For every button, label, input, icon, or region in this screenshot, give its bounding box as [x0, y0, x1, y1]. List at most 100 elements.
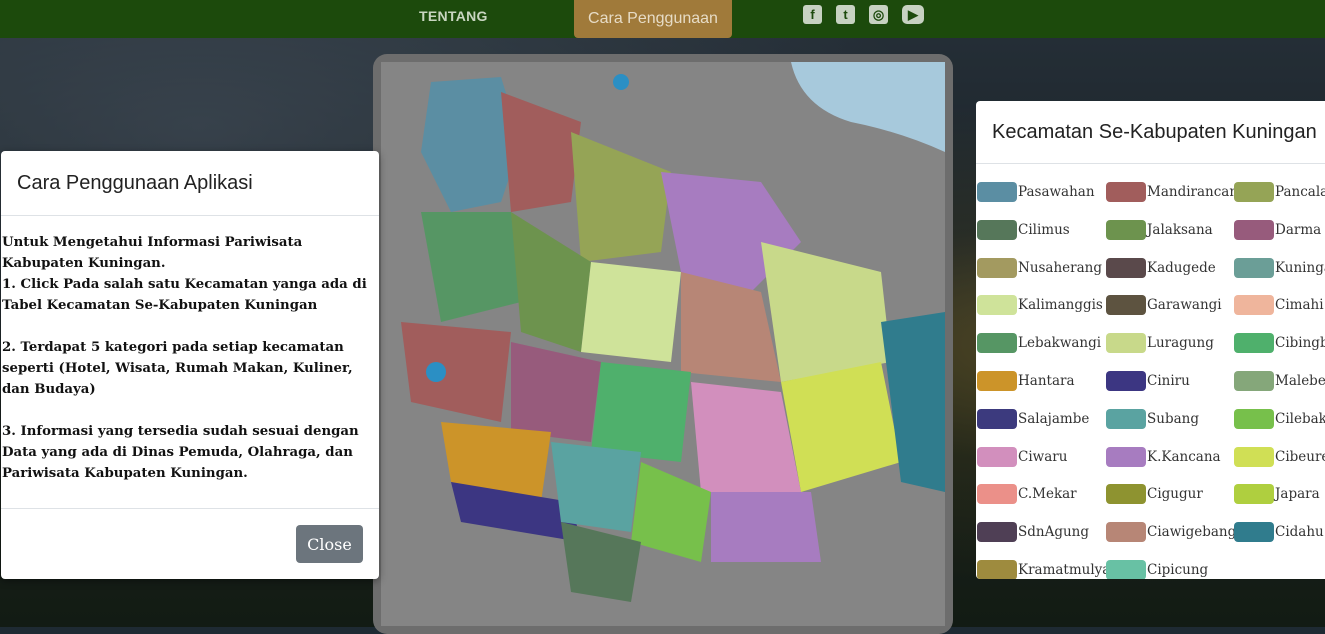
legend-item-hantara[interactable]: Hantara: [977, 370, 1075, 392]
legend-swatch: [1234, 484, 1274, 505]
legend-label: Cibeureum: [1275, 448, 1325, 465]
legend-label: Lebakwangi: [1018, 335, 1102, 352]
legend-label: Kadugede: [1147, 259, 1216, 276]
legend-swatch: [1234, 182, 1274, 202]
legend-label: Cibingbin: [1275, 335, 1325, 352]
legend-item-lebakwangi[interactable]: Lebakwangi: [977, 332, 1101, 354]
legend-label: Luragung: [1147, 335, 1214, 352]
legend-item-ciwaru[interactable]: Ciwaru: [977, 446, 1067, 468]
legend-item-maleber[interactable]: Maleber: [1234, 370, 1325, 392]
twitter-icon[interactable]: t: [836, 5, 855, 24]
legend-label: SdnAgung: [1018, 524, 1090, 541]
map-svg: [381, 62, 945, 626]
legend-label: C.Mekar: [1018, 486, 1077, 503]
legend-swatch: [977, 371, 1017, 391]
legend-swatch: [1106, 484, 1146, 505]
kuningan-district-map[interactable]: [381, 62, 945, 626]
legend-swatch: [1234, 371, 1274, 391]
legend-item-kalimanggis[interactable]: Kalimanggis: [977, 294, 1103, 316]
legend-item-pancalang[interactable]: Pancalang: [1234, 181, 1325, 203]
legend-swatch: [1106, 522, 1146, 543]
legend-title: Kecamatan Se-Kabupaten Kuningan: [976, 101, 1325, 164]
legend-label: Mandirancan: [1147, 184, 1239, 200]
legend-swatch: [977, 560, 1017, 579]
legend-label: Cilimus: [1018, 221, 1070, 238]
legend-item-cidahu[interactable]: Cidahu: [1234, 521, 1324, 543]
legend-item-ciawigebang[interactable]: Ciawigebang: [1106, 521, 1236, 543]
modal-paragraph-3: 3. Informasi yang tersedia sudah sesuai …: [2, 424, 359, 481]
legend-item-mandirancan[interactable]: Mandirancan: [1106, 181, 1238, 203]
usage-modal: Cara Penggunaan Aplikasi Untuk Mengetahu…: [1, 151, 379, 579]
legend-swatch: [977, 522, 1017, 543]
legend-item-japara[interactable]: Japara: [1234, 483, 1320, 505]
legend-swatch: [977, 446, 1017, 467]
legend-label: Darma: [1275, 221, 1322, 238]
legend-label: Subang: [1147, 410, 1199, 427]
legend-swatch: [1106, 219, 1146, 240]
legend-item-salajambe[interactable]: Salajambe: [977, 408, 1089, 430]
legend-label: Pancalang: [1275, 184, 1325, 200]
legend-swatch: [1234, 446, 1274, 467]
legend-swatch: [1106, 333, 1146, 354]
legend-label: Pasawahan: [1018, 184, 1095, 200]
legend-swatch: [1234, 219, 1274, 240]
legend-label: Ciawigebang: [1147, 524, 1237, 541]
legend-item-cibingbin[interactable]: Cibingbin: [1234, 332, 1325, 354]
legend-swatch: [977, 484, 1017, 505]
legend-item-pasawahan[interactable]: Pasawahan: [977, 181, 1095, 203]
nav-link-tentang[interactable]: TENTANG: [419, 8, 488, 24]
kecamatan-legend-panel: Kecamatan Se-Kabupaten Kuningan Pasawaha…: [976, 101, 1325, 579]
legend-label: Japara: [1275, 486, 1320, 503]
legend-item-ciniru[interactable]: Ciniru: [1106, 370, 1190, 392]
top-navbar: TENTANG Cara Penggunaan f t ◎ ▶: [0, 0, 1325, 38]
legend-item-darma[interactable]: Darma: [1234, 219, 1321, 241]
modal-footer: Close: [1, 508, 379, 580]
nav-link-cara-penggunaan[interactable]: Cara Penggunaan: [574, 0, 732, 38]
legend-swatch: [1234, 257, 1274, 278]
youtube-icon[interactable]: ▶: [902, 5, 924, 24]
legend-label: Cidahu: [1275, 524, 1324, 541]
instagram-icon[interactable]: ◎: [869, 5, 888, 24]
legend-item-kuningan[interactable]: Kuningan: [1234, 257, 1325, 279]
legend-swatch: [977, 182, 1017, 202]
legend-item-sdnagung[interactable]: SdnAgung: [977, 521, 1089, 543]
legend-item-jalaksana[interactable]: Jalaksana: [1106, 219, 1213, 241]
legend-label: Kalimanggis: [1018, 297, 1103, 314]
legend-item-cimahi[interactable]: Cimahi: [1234, 294, 1324, 316]
legend-item-cibeureum[interactable]: Cibeureum: [1234, 446, 1325, 468]
close-button[interactable]: Close: [296, 525, 363, 563]
legend-label: Kuningan: [1275, 259, 1325, 276]
legend-label: Kramatmulya: [1018, 562, 1111, 578]
legend-item-c-mekar[interactable]: C.Mekar: [977, 483, 1077, 505]
legend-label: Garawangi: [1147, 297, 1222, 314]
legend-item-cilimus[interactable]: Cilimus: [977, 219, 1070, 241]
legend-label: K.Kancana: [1147, 448, 1221, 465]
legend-label: Cimahi: [1275, 297, 1324, 314]
legend-item-luragung[interactable]: Luragung: [1106, 332, 1214, 354]
legend-item-cigugur[interactable]: Cigugur: [1106, 483, 1203, 505]
legend-label: Jalaksana: [1147, 221, 1213, 238]
legend-item-kramatmulya[interactable]: Kramatmulya: [977, 559, 1110, 579]
legend-label: Salajambe: [1018, 410, 1090, 427]
legend-swatch: [1234, 522, 1274, 543]
legend-item-cipicung[interactable]: Cipicung: [1106, 559, 1208, 579]
legend-item-cilebak[interactable]: Cilebak: [1234, 408, 1325, 430]
legend-item-kadugede[interactable]: Kadugede: [1106, 257, 1216, 279]
legend-item-subang[interactable]: Subang: [1106, 408, 1199, 430]
legend-swatch: [1106, 182, 1146, 202]
legend-swatch: [977, 333, 1017, 354]
legend-item-garawangi[interactable]: Garawangi: [1106, 294, 1222, 316]
legend-swatch: [977, 219, 1017, 240]
modal-paragraph-2: 2. Terdapat 5 kategori pada setiap kecam…: [2, 340, 353, 397]
legend-swatch: [1234, 408, 1274, 429]
legend-label: Ciwaru: [1018, 448, 1068, 465]
legend-label: Ciniru: [1147, 373, 1190, 389]
legend-item-k-kancana[interactable]: K.Kancana: [1106, 446, 1221, 468]
facebook-icon[interactable]: f: [803, 5, 822, 24]
map-panel: [373, 54, 953, 634]
modal-body: Untuk Mengetahui Informasi Pariwisata Ka…: [1, 216, 379, 493]
legend-swatch: [1106, 560, 1146, 579]
social-links: f t ◎ ▶: [803, 5, 924, 24]
legend-item-nusaherang[interactable]: Nusaherang: [977, 257, 1102, 279]
legend-swatch: [1234, 295, 1274, 316]
